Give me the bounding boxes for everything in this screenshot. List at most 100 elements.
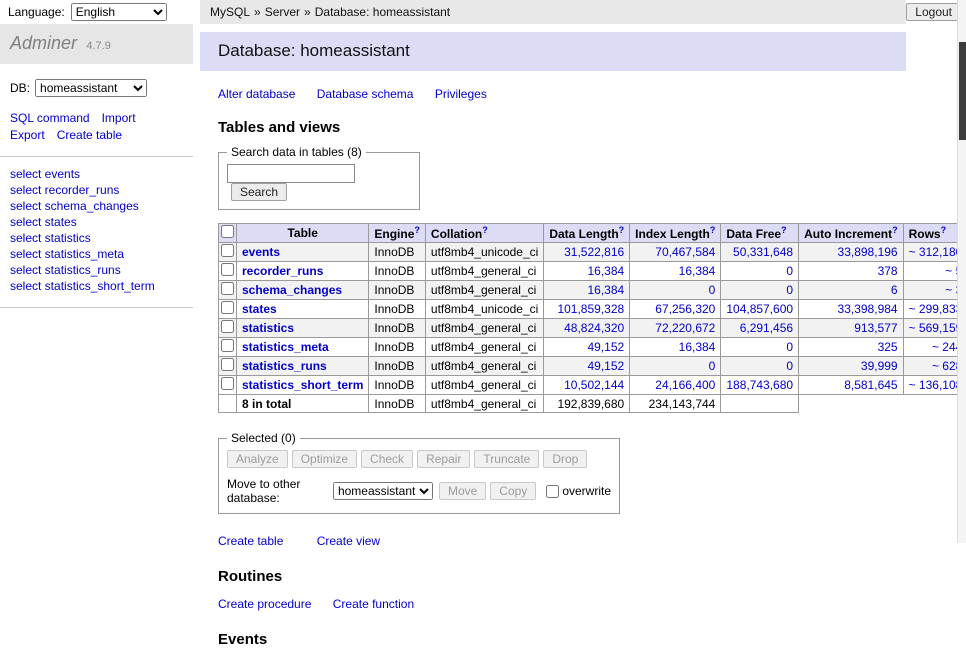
sidebar-import-link[interactable]: Import (102, 111, 136, 125)
table-link[interactable]: statistics_short_term (242, 378, 363, 392)
row-checkbox[interactable] (221, 263, 234, 276)
rows-link[interactable]: ~ 569,159 (909, 321, 963, 335)
index-length-link[interactable]: 16,384 (679, 340, 716, 354)
index-length-link[interactable]: 0 (709, 283, 716, 297)
create-table-link[interactable]: Create table (218, 534, 283, 548)
sidebar-create-table-link[interactable]: Create table (57, 128, 122, 142)
cell-data-length: 49,152 (544, 338, 630, 357)
help-icon[interactable]: ? (619, 225, 625, 235)
help-icon[interactable]: ? (781, 225, 787, 235)
repair-button[interactable]: Repair (417, 450, 470, 468)
rows-link[interactable]: ~ 299,833 (909, 302, 963, 316)
help-icon[interactable]: ? (941, 225, 947, 235)
rows-link[interactable]: ~ 136,108 (909, 378, 963, 392)
data-free-link[interactable]: 104,857,600 (726, 302, 793, 316)
table-link[interactable]: schema_changes (242, 283, 342, 297)
move-button[interactable]: Move (439, 482, 486, 500)
breadcrumb-server-link[interactable]: Server (265, 5, 300, 19)
help-icon[interactable]: ? (482, 225, 488, 235)
data-length-link[interactable]: 16,384 (587, 264, 624, 278)
help-icon[interactable]: ? (710, 225, 716, 235)
scrollbar-thumb[interactable] (959, 42, 966, 140)
data-free-link[interactable]: 0 (786, 359, 793, 373)
db-select[interactable]: homeassistant (35, 79, 147, 97)
data-free-link[interactable]: 0 (786, 340, 793, 354)
sidebar-item-select-states[interactable]: select states (10, 214, 183, 230)
help-icon[interactable]: ? (414, 225, 420, 235)
auto-increment-link[interactable]: 8,581,645 (844, 378, 897, 392)
sidebar-item-select-statistics-runs[interactable]: select statistics_runs (10, 262, 183, 278)
index-length-link[interactable]: 72,220,672 (655, 321, 715, 335)
move-database-select[interactable]: homeassistant (333, 482, 433, 500)
app-name[interactable]: Adminer (10, 33, 77, 53)
data-length-link[interactable]: 16,384 (587, 283, 624, 297)
table-link[interactable]: statistics (242, 321, 294, 335)
auto-increment-link[interactable]: 913,577 (854, 321, 897, 335)
data-length-link[interactable]: 101,859,328 (557, 302, 624, 316)
alter-database-link[interactable]: Alter database (218, 87, 295, 101)
auto-increment-link[interactable]: 39,999 (861, 359, 898, 373)
create-procedure-link[interactable]: Create procedure (218, 597, 311, 611)
auto-increment-link[interactable]: 33,398,984 (838, 302, 898, 316)
data-length-link[interactable]: 49,152 (587, 340, 624, 354)
sidebar-item-select-events[interactable]: select events (10, 166, 183, 182)
data-length-link[interactable]: 31,522,816 (564, 245, 624, 259)
database-schema-link[interactable]: Database schema (317, 87, 414, 101)
breadcrumb-mysql-link[interactable]: MySQL (210, 5, 250, 19)
row-checkbox[interactable] (221, 320, 234, 333)
data-free-link[interactable]: 6,291,456 (740, 321, 793, 335)
row-checkbox[interactable] (221, 358, 234, 371)
drop-button[interactable]: Drop (543, 450, 587, 468)
auto-increment-link[interactable]: 378 (878, 264, 898, 278)
sidebar-export-link[interactable]: Export (10, 128, 45, 142)
row-checkbox[interactable] (221, 377, 234, 390)
data-length-link[interactable]: 10,502,144 (564, 378, 624, 392)
index-length-link[interactable]: 67,256,320 (655, 302, 715, 316)
select-all-checkbox[interactable] (221, 225, 234, 238)
data-free-link[interactable]: 188,743,680 (726, 378, 793, 392)
logout-button[interactable]: Logout (906, 3, 961, 21)
index-length-link[interactable]: 16,384 (679, 264, 716, 278)
search-input[interactable] (227, 164, 355, 183)
sidebar-item-select-statistics[interactable]: select statistics (10, 230, 183, 246)
rows-link[interactable]: ~ 312,180 (909, 245, 963, 259)
table-link[interactable]: statistics_meta (242, 340, 329, 354)
row-checkbox[interactable] (221, 339, 234, 352)
data-free-link[interactable]: 0 (786, 264, 793, 278)
sidebar-item-select-statistics-meta[interactable]: select statistics_meta (10, 246, 183, 262)
table-link[interactable]: states (242, 302, 277, 316)
data-free-link[interactable]: 0 (786, 283, 793, 297)
auto-increment-link[interactable]: 325 (878, 340, 898, 354)
sidebar-item-select-statistics-short-term[interactable]: select statistics_short_term (10, 278, 183, 294)
create-function-link[interactable]: Create function (333, 597, 414, 611)
privileges-link[interactable]: Privileges (435, 87, 487, 101)
vertical-scrollbar[interactable] (957, 0, 966, 543)
sidebar-item-select-recorder-runs[interactable]: select recorder_runs (10, 182, 183, 198)
table-link[interactable]: events (242, 245, 280, 259)
row-checkbox[interactable] (221, 244, 234, 257)
language-select[interactable]: English (71, 3, 167, 21)
optimize-button[interactable]: Optimize (292, 450, 357, 468)
create-view-link[interactable]: Create view (317, 534, 380, 548)
copy-button[interactable]: Copy (490, 482, 536, 500)
index-length-link[interactable]: 0 (709, 359, 716, 373)
auto-increment-link[interactable]: 33,898,196 (838, 245, 898, 259)
help-icon[interactable]: ? (892, 225, 898, 235)
row-checkbox[interactable] (221, 301, 234, 314)
table-link[interactable]: recorder_runs (242, 264, 323, 278)
row-checkbox[interactable] (221, 282, 234, 295)
check-button[interactable]: Check (361, 450, 413, 468)
sidebar-item-select-schema-changes[interactable]: select schema_changes (10, 198, 183, 214)
analyze-button[interactable]: Analyze (227, 450, 288, 468)
index-length-link[interactable]: 24,166,400 (655, 378, 715, 392)
index-length-link[interactable]: 70,467,584 (655, 245, 715, 259)
truncate-button[interactable]: Truncate (474, 450, 539, 468)
auto-increment-link[interactable]: 6 (891, 283, 898, 297)
data-free-link[interactable]: 50,331,648 (733, 245, 793, 259)
data-length-link[interactable]: 48,824,320 (564, 321, 624, 335)
data-length-link[interactable]: 49,152 (587, 359, 624, 373)
search-button[interactable]: Search (231, 183, 287, 201)
sidebar-sql-command-link[interactable]: SQL command (10, 111, 90, 125)
overwrite-checkbox[interactable] (546, 485, 559, 498)
table-link[interactable]: statistics_runs (242, 359, 327, 373)
